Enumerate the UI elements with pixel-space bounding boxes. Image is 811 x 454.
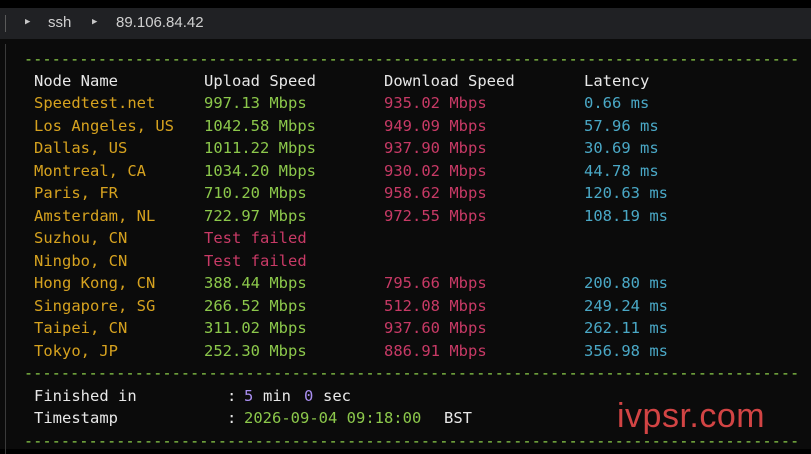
seconds-value: 0 — [304, 387, 314, 405]
node-name-cell: Ningbo, CN — [34, 251, 128, 270]
latency-cell: 356.98 ms — [584, 341, 668, 360]
download-speed-cell: 795.66 Mbps — [384, 274, 487, 292]
header-upload-speed: Upload Speed — [204, 72, 316, 90]
download-speed-cell: 512.08 Mbps — [384, 296, 487, 315]
latency-cell: 0.66 ms — [584, 94, 650, 112]
node-name-cell: Dallas, US — [34, 139, 128, 157]
download-speed-cell: 935.02 Mbps — [384, 94, 487, 112]
download-speed-cell: 972.55 Mbps — [384, 206, 487, 225]
upload-speed-cell: Test failed — [204, 229, 307, 247]
node-name-cell: Speedtest.net — [34, 94, 156, 112]
node-name-cell: Taipei, CN — [34, 319, 128, 337]
minutes-unit: min — [263, 387, 291, 405]
latency-cell: 200.80 ms — [584, 274, 668, 292]
play-arrow-icon: ▶ — [25, 17, 31, 27]
download-speed-cell: 937.90 Mbps — [384, 139, 487, 157]
latency-cell: 262.11 ms — [584, 319, 668, 337]
header-download-speed: Download Speed — [384, 72, 515, 90]
node-name-cell: Hong Kong, CN — [34, 274, 156, 292]
play-arrow-icon: ▶ — [92, 17, 98, 27]
latency-cell: 249.24 ms — [584, 296, 668, 315]
latency-cell: 57.96 ms — [584, 116, 659, 135]
separator-line: ----------------------------------------… — [24, 364, 800, 382]
download-speed-cell: 958.62 Mbps — [384, 184, 487, 202]
upload-speed-cell: 997.13 Mbps — [204, 94, 307, 112]
latency-cell: 44.78 ms — [584, 161, 659, 180]
upload-speed-cell: Test failed — [204, 251, 307, 270]
watermark-logo: ivpsr.com — [617, 397, 766, 435]
node-name-cell: Montreal, CA — [34, 161, 146, 180]
colon: : — [227, 387, 237, 405]
download-speed-cell: 886.91 Mbps — [384, 341, 487, 360]
latency-cell: 30.69 ms — [584, 139, 659, 157]
upload-speed-cell: 266.52 Mbps — [204, 296, 307, 315]
terminal-left-border — [5, 44, 6, 454]
breadcrumb-divider — [5, 15, 6, 32]
node-name-cell: Paris, FR — [34, 184, 118, 202]
node-name-cell: Singapore, SG — [34, 296, 156, 315]
header-latency: Latency — [584, 72, 650, 90]
seconds-unit: sec — [323, 387, 351, 405]
header-node-name: Node Name — [34, 72, 118, 90]
upload-speed-cell: 722.97 Mbps — [204, 206, 307, 225]
separator-line: ----------------------------------------… — [24, 50, 800, 68]
terminal-breadcrumb-bar: ▶ ssh ▶ 89.106.84.42 — [0, 8, 811, 39]
latency-cell: 108.19 ms — [584, 206, 668, 225]
upload-speed-cell: 1011.22 Mbps — [204, 139, 316, 157]
download-speed-cell: 937.60 Mbps — [384, 319, 487, 337]
upload-speed-cell: 1042.58 Mbps — [204, 116, 316, 135]
download-speed-cell: 949.09 Mbps — [384, 116, 487, 135]
breadcrumb-host[interactable]: 89.106.84.42 — [116, 14, 204, 31]
upload-speed-cell: 252.30 Mbps — [204, 341, 307, 360]
window-top-edge — [0, 0, 811, 8]
node-name-cell: Amsterdam, NL — [34, 206, 156, 225]
upload-speed-cell: 710.20 Mbps — [204, 184, 307, 202]
finished-label: Finished in — [34, 387, 137, 405]
breadcrumb-ssh[interactable]: ssh — [48, 14, 71, 31]
upload-speed-cell: 1034.20 Mbps — [204, 161, 316, 180]
colon: : — [227, 409, 237, 427]
timestamp-label: Timestamp — [34, 409, 118, 427]
timezone: BST — [444, 409, 472, 427]
minutes-value: 5 — [244, 387, 254, 405]
timestamp-value: 2026-09-04 09:18:00 — [244, 409, 422, 427]
download-speed-cell: 930.02 Mbps — [384, 161, 487, 180]
node-name-cell: Suzhou, CN — [34, 229, 128, 247]
upload-speed-cell: 311.02 Mbps — [204, 319, 307, 337]
node-name-cell: Tokyo, JP — [34, 341, 118, 360]
upload-speed-cell: 388.44 Mbps — [204, 274, 307, 292]
node-name-cell: Los Angeles, US — [34, 116, 174, 135]
latency-cell: 120.63 ms — [584, 184, 668, 202]
